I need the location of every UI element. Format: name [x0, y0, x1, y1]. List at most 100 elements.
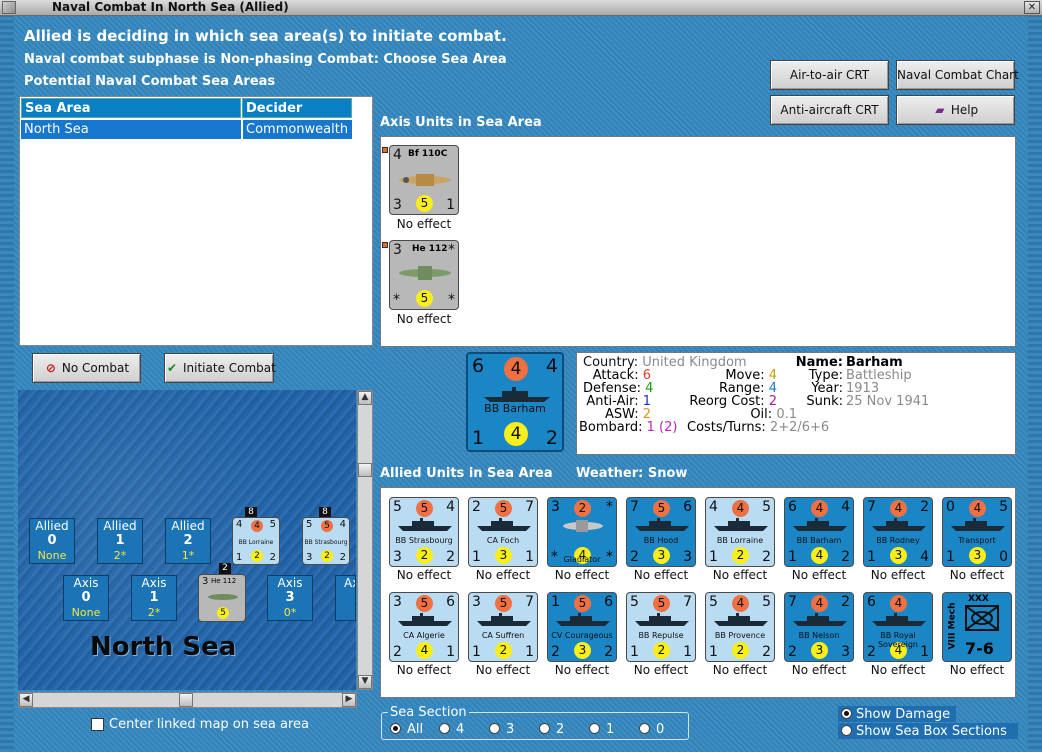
counter-value: 7: [788, 594, 797, 610]
sea-section-radio[interactable]: [539, 723, 550, 734]
allied-unit-counter[interactable]: 6 2 1 4 4 BB Royal Sovereign: [863, 592, 933, 662]
allied-unit-counter[interactable]: 6 4 1 2 4 4 BB Barham: [784, 497, 854, 567]
allied-unit-counter[interactable]: 7 6 2 3 5 3 BB Hood: [626, 497, 696, 567]
help-button[interactable]: ▰ Help: [896, 95, 1015, 125]
column-header-decider[interactable]: Decider: [242, 98, 352, 118]
close-icon[interactable]: ✕: [1024, 1, 1040, 14]
defense-dot: 4: [416, 642, 433, 659]
sea-section-option[interactable]: 2: [539, 722, 564, 737]
anti-aircraft-crt-button[interactable]: Anti-aircraft CRT: [770, 95, 889, 125]
counter-value: 7: [525, 594, 534, 610]
naval-combat-chart-button[interactable]: Naval Combat Chart: [896, 60, 1019, 90]
sea-section-option[interactable]: 0: [639, 722, 664, 737]
title-bar: Naval Combat In North Sea (Allied) ✕: [0, 0, 1042, 16]
map-unit-bb-lorraine[interactable]: 4 4 5 BB Lorraine 1 2 2: [232, 517, 280, 565]
sea-section-radio[interactable]: [439, 723, 450, 734]
counter-value: 1: [946, 549, 955, 565]
sea-section-option[interactable]: 1: [589, 722, 614, 737]
counter-value: 4: [446, 499, 455, 515]
sea-area-table[interactable]: Sea Area Decider North Sea Commonwealth: [19, 96, 373, 346]
center-map-checkbox[interactable]: [91, 718, 104, 731]
map-cell-axis-3[interactable]: Axis 3 0*: [267, 575, 313, 621]
map-vertical-scrollbar[interactable]: ▲ ▼: [357, 390, 373, 690]
button-label: Naval Combat Chart: [897, 68, 1019, 82]
show-damage-radio[interactable]: [841, 708, 852, 719]
cell-number: 2: [183, 533, 193, 548]
cell-label: Ax: [344, 576, 355, 590]
allied-unit-counter[interactable]: 4 5 1 2 4 2 BB Lorraine: [705, 497, 775, 567]
column-header-sea-area[interactable]: Sea Area: [21, 98, 241, 118]
air-to-air-crt-button[interactable]: Air-to-air CRT: [770, 60, 889, 90]
ship-icon: [951, 518, 1005, 532]
map-cell-allied-1[interactable]: Allied 1 2*: [97, 518, 143, 564]
counter-value: 3: [683, 549, 692, 565]
sea-section-radio[interactable]: [489, 723, 500, 734]
map-unit-bb-strasbourg[interactable]: 5 5 4 BB Strasbourg 3 2 2: [302, 517, 350, 565]
show-sea-box-option[interactable]: Show Sea Box Sections: [838, 723, 1018, 739]
axis-counter-he112[interactable]: 3 He 112 * * 5 *: [389, 240, 459, 310]
map-cell-axis-partial[interactable]: Ax: [335, 575, 356, 621]
no-combat-button[interactable]: ⊘ No Combat: [32, 353, 141, 383]
show-damage-option[interactable]: Show Damage: [838, 706, 956, 722]
table-cell-decider[interactable]: Commonwealth: [242, 120, 352, 139]
map-cell-allied-0[interactable]: Allied 0 None: [29, 518, 75, 564]
sea-section-radio[interactable]: [589, 723, 600, 734]
frame-right: [1028, 16, 1042, 752]
scroll-thumb[interactable]: [179, 693, 193, 707]
allied-unit-counter[interactable]: 2 7 1 1 5 3 CA Foch: [468, 497, 538, 567]
counter-value: 3: [551, 499, 560, 515]
allied-unit-counter[interactable]: 0 5 1 0 4 3 Transport: [942, 497, 1012, 567]
counter-value: 3: [472, 594, 481, 610]
counter-value: 2: [551, 644, 560, 660]
sea-section-option[interactable]: 4: [439, 722, 464, 737]
map-cell-axis-0[interactable]: Axis 0 None: [63, 575, 109, 621]
allied-unit-counter[interactable]: 7 2 2 3 4 3 BB Nelson: [784, 592, 854, 662]
counter-value: 2: [920, 499, 929, 515]
table-cell-sea-area[interactable]: North Sea: [21, 120, 241, 139]
attack-dot: 4: [811, 595, 828, 612]
allied-unit-counter[interactable]: 5 5 1 2 4 2 BB Provence: [705, 592, 775, 662]
sea-section-radio[interactable]: [390, 723, 401, 734]
allied-unit-counter[interactable]: 5 4 3 2 5 2 BB Strasbourg: [389, 497, 459, 567]
button-label: Anti-aircraft CRT: [780, 103, 879, 117]
map-cell-axis-1[interactable]: Axis 1 2*: [131, 575, 177, 621]
scroll-right-icon[interactable]: ▶: [342, 693, 356, 707]
initiate-combat-button[interactable]: ✔ Initiate Combat: [164, 353, 276, 383]
allied-unit-counter[interactable]: 3 6 2 1 5 4 CA Algerie: [389, 592, 459, 662]
scroll-left-icon[interactable]: ◀: [19, 693, 33, 707]
defense-dot: 2: [321, 550, 333, 562]
allied-unit-counter[interactable]: 3 7 1 1 5 2 CA Suffren: [468, 592, 538, 662]
defense-dot: 5: [416, 195, 433, 212]
allied-unit-counter[interactable]: 3 * * * 2 4 Gladiator: [547, 497, 617, 567]
axis-counter-bf110c[interactable]: 4 Bf 110C 3 5 1: [389, 145, 459, 215]
map-horizontal-scrollbar[interactable]: ◀ ▶: [18, 692, 357, 708]
scroll-down-icon[interactable]: ▼: [358, 675, 372, 689]
allied-unit-counter[interactable]: 1 6 2 2 5 3 CV Courageous: [547, 592, 617, 662]
axis-marker-icon: [382, 147, 388, 153]
battleship-icon: [484, 387, 550, 402]
defense-dot: 3: [811, 642, 828, 659]
defense-dot: 3: [890, 547, 907, 564]
defense-dot: 4: [811, 547, 828, 564]
sea-section-option[interactable]: 3: [489, 722, 514, 737]
attack-dot: 5: [574, 595, 591, 612]
allied-unit-counter[interactable]: 7 2 1 4 4 3 BB Rodney: [863, 497, 933, 567]
sea-area-map[interactable]: Allied 0 None Allied 1 2* Allied 2 1* 8 …: [18, 390, 356, 690]
counter-name: BB Royal Sovereign: [877, 631, 919, 649]
show-sea-box-radio[interactable]: [841, 725, 852, 736]
allied-unit-counter[interactable]: XXX VIII Mech 7-6: [942, 592, 1012, 662]
effect-label: No effect: [712, 663, 768, 677]
counter-value: 2: [841, 594, 850, 610]
sea-section-radio[interactable]: [639, 723, 650, 734]
sea-section-option[interactable]: All: [390, 722, 423, 737]
allied-unit-counter[interactable]: 5 7 1 1 5 2 BB Repulse: [626, 592, 696, 662]
counter-value: 2: [762, 644, 771, 660]
scroll-thumb[interactable]: [358, 463, 372, 477]
map-cell-allied-2[interactable]: Allied 2 1*: [165, 518, 211, 564]
scroll-up-icon[interactable]: ▲: [358, 391, 372, 405]
map-unit-he112[interactable]: 3 He 112 5: [198, 574, 246, 622]
counter-value: 1: [472, 427, 485, 449]
defense-dot: 3: [574, 642, 591, 659]
counter-value: 1: [709, 549, 718, 565]
effect-label: No effect: [791, 663, 847, 677]
